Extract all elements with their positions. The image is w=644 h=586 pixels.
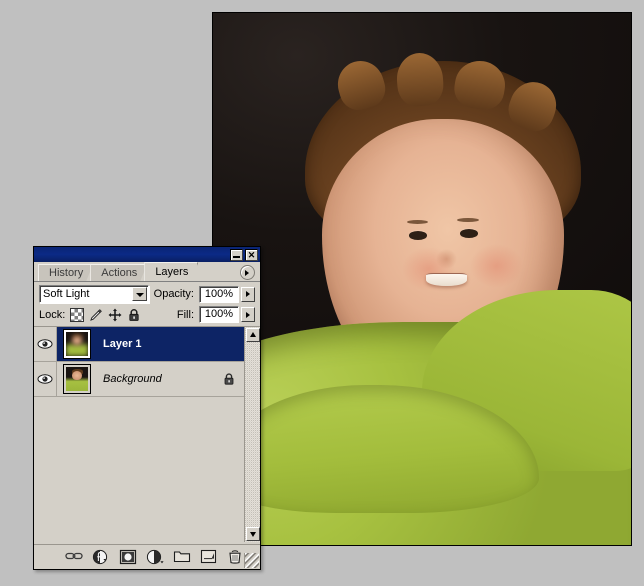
document-window [212, 12, 632, 546]
document-canvas[interactable] [213, 13, 631, 545]
link-layers-icon[interactable] [64, 549, 83, 566]
fill-label: Fill: [176, 308, 194, 321]
layer-thumbnail-cell[interactable] [57, 362, 97, 396]
layers-list-wrapper: Layer 1 Background [34, 327, 260, 542]
minimize-button[interactable] [230, 248, 243, 261]
palette-tabstrip: History Actions Layers [34, 262, 260, 282]
delete-layer-icon[interactable] [227, 549, 244, 566]
layers-bottom-toolbar [34, 544, 260, 569]
photo-cheek-right [469, 243, 523, 289]
vertical-scrollbar[interactable] [244, 327, 260, 542]
tab-layers-label: Layers [155, 266, 189, 278]
blend-mode-value: Soft Light [43, 288, 90, 300]
layer-name: Background [103, 373, 162, 385]
layer-mask-icon[interactable] [119, 549, 136, 566]
tab-history-label: History [49, 267, 84, 279]
fill-slider-arrow-icon[interactable] [241, 307, 255, 322]
layer-locked-icon [222, 372, 236, 386]
scroll-up-button[interactable] [246, 328, 260, 342]
opacity-input[interactable]: 100% [199, 285, 239, 303]
tab-actions-label: Actions [101, 267, 138, 279]
palette-menu-button[interactable] [240, 265, 255, 280]
photo-eye-right [459, 228, 478, 238]
lock-image-pixels-icon[interactable] [89, 308, 103, 322]
layer-thumbnail-cell[interactable] [57, 327, 97, 361]
tab-actions[interactable]: Actions [90, 264, 147, 281]
adjustment-layer-icon[interactable] [146, 549, 164, 566]
table-row[interactable]: Background [34, 362, 244, 397]
layer-style-icon[interactable] [92, 549, 109, 566]
photo-nose [435, 249, 458, 269]
layer-thumbnail [63, 329, 91, 359]
photo-brow-left [406, 220, 429, 225]
layer-visibility-toggle[interactable] [34, 327, 57, 361]
blend-mode-select[interactable]: Soft Light [39, 285, 149, 303]
new-layer-icon[interactable] [200, 549, 217, 566]
lock-all-icon[interactable] [127, 308, 141, 322]
lock-icon-group [70, 307, 141, 322]
lock-row: Lock: Fill: 100% [34, 305, 260, 327]
close-icon: ✕ [247, 249, 256, 260]
minimize-icon [233, 255, 240, 258]
tab-history[interactable]: History [38, 264, 93, 281]
chevron-down-icon[interactable] [131, 287, 147, 301]
opacity-slider-arrow-icon[interactable] [241, 286, 255, 302]
scroll-down-button[interactable] [246, 527, 260, 541]
new-group-icon[interactable] [173, 549, 190, 566]
palette-titlebar[interactable]: ✕ [34, 247, 260, 262]
eye-icon [37, 339, 53, 349]
layer-thumbnail [63, 364, 91, 394]
layer-name: Layer 1 [103, 338, 142, 350]
resize-grip[interactable] [244, 553, 259, 568]
photo-eye-left [408, 231, 427, 241]
tab-layers[interactable]: Layers [144, 262, 198, 281]
photo-brow-right [457, 217, 480, 222]
layer-visibility-toggle[interactable] [34, 362, 57, 396]
opacity-field-group: 100% [199, 285, 255, 303]
layers-list: Layer 1 Background [34, 327, 244, 542]
eye-icon [37, 374, 53, 384]
table-row[interactable]: Layer 1 [34, 327, 244, 362]
layers-palette: ✕ History Actions Layers Soft Light Opac… [33, 246, 261, 570]
opacity-label: Opacity: [153, 288, 194, 300]
lock-transparent-pixels-icon[interactable] [70, 307, 85, 322]
screen: ✕ History Actions Layers Soft Light Opac… [0, 0, 644, 586]
photo-mouth [425, 272, 468, 286]
fill-field-group: 100% [199, 306, 255, 323]
blend-mode-row: Soft Light Opacity: 100% [34, 282, 260, 305]
lock-label: Lock: [39, 308, 66, 321]
lock-position-icon[interactable] [108, 308, 122, 322]
close-button[interactable]: ✕ [245, 248, 258, 261]
fill-input[interactable]: 100% [199, 306, 239, 323]
